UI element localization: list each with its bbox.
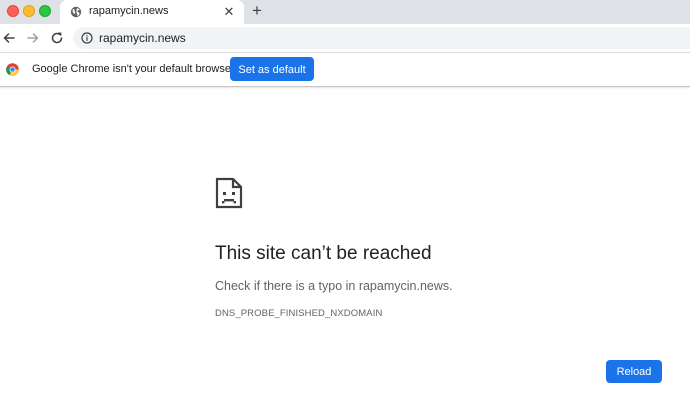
tab-title: rapamycin.news bbox=[89, 5, 169, 17]
error-title: This site can’t be reached bbox=[215, 243, 432, 264]
address-bar[interactable]: rapamycin.news bbox=[73, 27, 690, 49]
tab-strip: rapamycin.news ✕ + bbox=[0, 0, 690, 24]
url-text[interactable]: rapamycin.news bbox=[99, 31, 186, 45]
sad-page-icon bbox=[215, 177, 243, 209]
info-icon[interactable] bbox=[81, 32, 93, 44]
window-close-button[interactable] bbox=[7, 5, 19, 17]
set-as-default-button[interactable]: Set as default bbox=[230, 57, 314, 81]
error-hint: Check if there is a typo in rapamycin.ne… bbox=[215, 279, 453, 293]
tab-close-icon[interactable]: ✕ bbox=[222, 5, 236, 19]
tab-active[interactable]: rapamycin.news ✕ bbox=[60, 0, 244, 24]
infobar-message: Google Chrome isn't your default browser bbox=[32, 63, 235, 75]
chrome-logo-icon bbox=[6, 63, 19, 76]
error-code: DNS_PROBE_FINISHED_NXDOMAIN bbox=[215, 308, 383, 319]
window-zoom-button[interactable] bbox=[39, 5, 51, 17]
new-tab-button[interactable]: + bbox=[249, 2, 265, 20]
forward-arrow-icon[interactable] bbox=[25, 30, 41, 46]
globe-icon bbox=[70, 6, 82, 18]
back-arrow-icon[interactable] bbox=[1, 30, 17, 46]
reload-button[interactable]: Reload bbox=[606, 360, 662, 383]
default-browser-infobar: Google Chrome isn't your default browser… bbox=[0, 52, 690, 87]
toolbar: rapamycin.news bbox=[0, 24, 690, 52]
window-minimize-button[interactable] bbox=[23, 5, 35, 17]
reload-icon[interactable] bbox=[49, 30, 65, 46]
